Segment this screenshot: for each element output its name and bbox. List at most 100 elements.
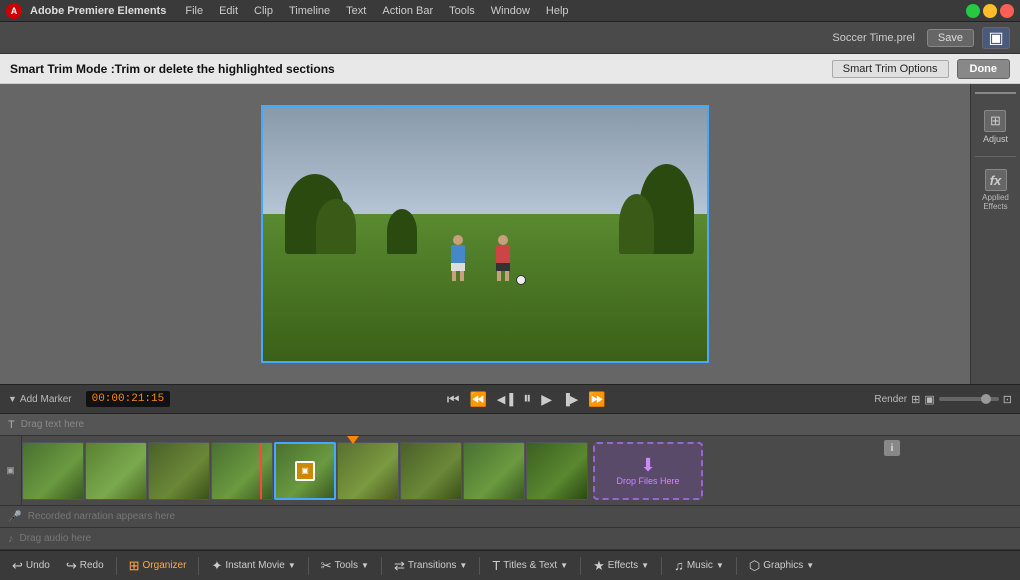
transport-controls: ⏮ ⏪ ◀▐ ⏸ ▶ ▐▶ ⏩ [184,389,868,409]
drop-files-zone[interactable]: ⬇ Drop Files Here [593,442,703,500]
tree-right2 [619,194,654,254]
close-window-button[interactable] [1000,4,1014,18]
divider-3 [308,557,309,575]
playhead-clip-indicator [260,443,262,499]
smart-trim-bar: Smart Trim Mode :Trim or delete the high… [0,54,1020,84]
render-icon: ⊞ [911,393,920,406]
tools-icon: ✂ [321,558,332,574]
tools-button[interactable]: ✂ Tools ▼ [315,556,375,576]
go-to-start-button[interactable]: ⏮ [444,390,463,409]
divider-6 [580,557,581,575]
figure-2 [494,235,512,280]
smart-trim-options-button[interactable]: Smart Trim Options [832,60,949,78]
music-chevron: ▼ [716,561,724,570]
undo-icon: ↩ [12,558,23,574]
music-button[interactable]: ♫ Music ▼ [668,556,730,575]
applied-effects-label: AppliedEffects [982,193,1009,211]
clip-8-inner [464,443,524,499]
instant-movie-button[interactable]: ✦ Instant Movie ▼ [205,556,301,576]
redo-button[interactable]: ↪ Redo [60,556,110,576]
graphics-button[interactable]: ⬡ Graphics ▼ [743,556,820,576]
done-button[interactable]: Done [957,59,1011,79]
menu-timeline[interactable]: Timeline [282,3,337,19]
redo-icon: ↪ [66,558,77,574]
video-track-label: ▣ [0,436,22,505]
text-track: T Drag text here [0,414,1020,436]
fx-icon: fx [985,169,1007,191]
clip-6-inner [338,443,398,499]
transitions-chevron: ▼ [459,561,467,570]
menu-bar: A Adobe Premiere Elements File Edit Clip… [0,0,1020,22]
render-slider-thumb [981,394,991,404]
title-bar: Soccer Time.prel Save ▣ [0,22,1020,54]
organizer-icon: ⊞ [129,558,140,574]
menu-action-bar[interactable]: Action Bar [375,3,440,19]
titles-text-button[interactable]: T Titles & Text ▼ [486,556,574,575]
clip-3-inner [149,443,209,499]
clip-6[interactable] [337,442,399,500]
fast-forward-button[interactable]: ⏩ [585,390,608,409]
organizer-button[interactable]: ⊞ Organizer [123,556,193,576]
play-button[interactable]: ▶ [538,390,555,409]
audio-drag-track: ♪ Drag audio here [0,528,1020,550]
clip-4-inner [212,443,272,499]
divider-5 [479,557,480,575]
step-back-button[interactable]: ⏪ [466,390,489,409]
transport-bar: ▼ Add Marker 00:00:21:15 ⏮ ⏪ ◀▐ ⏸ ▶ ▐▶ ⏩… [0,384,1020,414]
timecode-display: 00:00:21:15 [86,391,171,407]
effects-chevron: ▼ [641,561,649,570]
menu-edit[interactable]: Edit [212,3,245,19]
pause-button[interactable]: ⏸ [520,389,534,409]
clip-4[interactable] [211,442,273,500]
effects-icon: ★ [593,558,605,574]
video-preview-area [0,84,970,384]
effects-button[interactable]: ★ Effects ▼ [587,556,655,576]
instant-movie-icon: ✦ [211,558,222,574]
clip-3[interactable] [148,442,210,500]
clip-2[interactable] [85,442,147,500]
menu-text[interactable]: Text [339,3,373,19]
titles-chevron: ▼ [560,561,568,570]
clip-2-inner [86,443,146,499]
menu-file[interactable]: File [178,3,210,19]
frame-back-button[interactable]: ◀▐ [494,392,516,407]
frame-forward-button[interactable]: ▐▶ [559,392,581,407]
info-icon[interactable]: i [884,440,900,456]
render-slider[interactable] [939,397,999,401]
track-content: ▣ [22,436,1020,505]
adjust-button[interactable]: ⊞ Adjust [983,110,1008,144]
transitions-button[interactable]: ⇄ Transitions ▼ [388,556,473,576]
clip-1-inner [23,443,83,499]
clip-7[interactable] [400,442,462,500]
menu-help[interactable]: Help [539,3,576,19]
minimize-button[interactable] [983,4,997,18]
menu-window[interactable]: Window [484,3,537,19]
undo-button[interactable]: ↩ Undo [6,556,56,576]
clip-1[interactable] [22,442,84,500]
divider-8 [736,557,737,575]
clip-8[interactable] [463,442,525,500]
transitions-icon: ⇄ [394,558,405,574]
maximize-button[interactable] [966,4,980,18]
audio-drag-icon: ♪ [8,533,14,545]
menu-tools[interactable]: Tools [442,3,482,19]
share-icon[interactable]: ▣ [982,27,1010,49]
narration-label: Recorded narration appears here [28,511,175,522]
add-marker-button[interactable]: ▼ Add Marker [8,394,72,405]
adjust-icon: ⊞ [984,110,1006,132]
applied-effects-button[interactable]: fx AppliedEffects [982,169,1009,211]
window-controls [966,4,1014,18]
marker-triangle: ▼ [8,394,17,404]
clip-5-selected[interactable]: ▣ [274,442,336,500]
drop-arrow-icon: ⬇ [640,455,655,476]
menu-clip[interactable]: Clip [247,3,280,19]
project-name: Soccer Time.prel [832,32,915,44]
narration-track: 🎤 Recorded narration appears here [0,506,1020,528]
audio-drag-label: Drag audio here [20,533,92,544]
save-button[interactable]: Save [927,29,974,47]
clip-7-inner [401,443,461,499]
clip-9[interactable] [526,442,588,500]
right-panel: ⊞ Adjust fx AppliedEffects [970,84,1020,384]
panel-divider-top [975,92,1016,94]
tree-left2 [316,199,356,254]
